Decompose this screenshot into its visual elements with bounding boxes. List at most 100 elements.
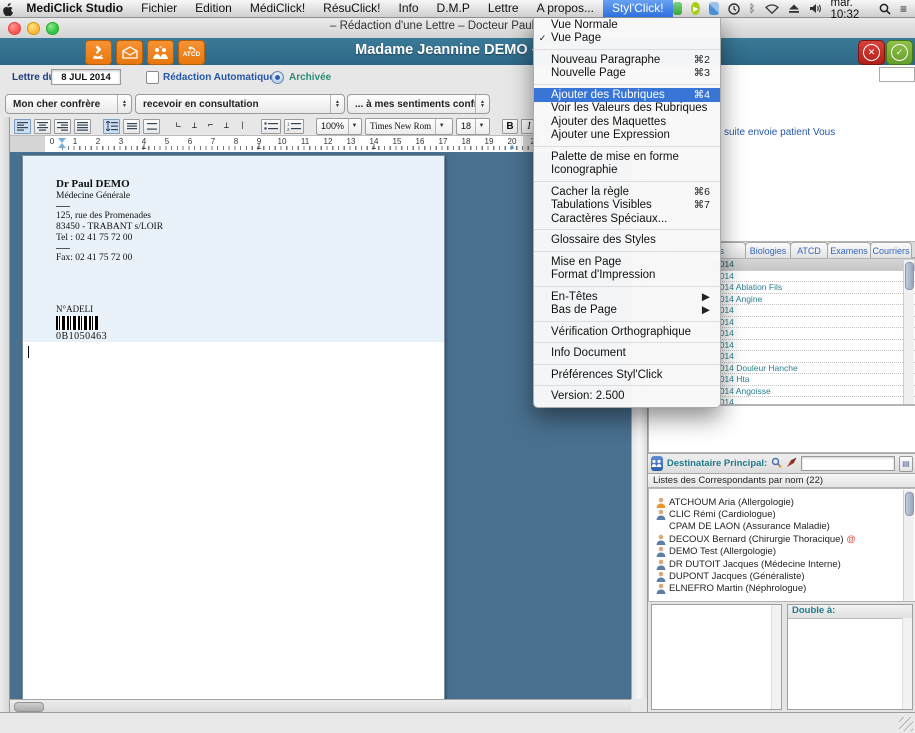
recipient-list-button[interactable]: ▤	[899, 456, 913, 472]
menu-item-info-document[interactable]: Info Document	[534, 347, 720, 361]
menu-item-cacher-la-r-gle[interactable]: Cacher la règle⌘6	[534, 185, 720, 199]
menubar-item-edition[interactable]: Edition	[186, 0, 241, 17]
destinataire-input[interactable]	[801, 456, 895, 471]
archivee-radio[interactable]	[271, 71, 284, 84]
tab-stop-marker-icon[interactable]: ⊥	[372, 142, 377, 151]
menu-item-pr-f-rences-styl-click[interactable]: Préférences Styl'Click	[534, 368, 720, 382]
correspondent-row[interactable]: CPAM DE LAON (Assurance Maladie)	[649, 521, 915, 533]
single-spacing-button[interactable]	[123, 119, 140, 134]
search-correspondent-icon[interactable]	[771, 455, 782, 473]
menu-item-v-rification-orthographique[interactable]: Vérification Orthographique	[534, 325, 720, 339]
menubar-item-info[interactable]: Info	[390, 0, 428, 17]
editor-horizontal-scrollbar[interactable]	[10, 699, 631, 712]
menu-item-palette-de-mise-en-forme[interactable]: Palette de mise en forme	[534, 150, 720, 164]
validate-letter-button[interactable]: ✓	[886, 40, 913, 65]
tab-stop-marker-icon[interactable]: ⊥	[257, 142, 262, 151]
tab-atcd[interactable]: ATCD	[790, 242, 828, 258]
menubar-item-m-diclick-[interactable]: MédiClick!	[241, 0, 314, 17]
spotlight-search-icon[interactable]	[879, 3, 891, 15]
greeting-dropdown[interactable]: Mon cher confrère▲▼	[5, 94, 132, 114]
tab-left-icon[interactable]: ∟	[172, 121, 185, 131]
cancel-letter-button[interactable]: ✕	[858, 40, 885, 65]
dart-icon[interactable]	[786, 455, 797, 473]
bold-button[interactable]: B	[502, 119, 518, 134]
menu-item-mise-en-page[interactable]: Mise en Page	[534, 255, 720, 269]
tab-right-icon[interactable]: ⌐	[204, 121, 217, 131]
align-left-button[interactable]	[14, 119, 31, 134]
menu-item-vue-page[interactable]: ✓Vue Page	[534, 32, 720, 46]
menubar-item-a-propos-[interactable]: A propos...	[528, 0, 603, 17]
line-spacing-button[interactable]	[103, 119, 120, 134]
redaction-automatique-checkbox[interactable]	[146, 71, 159, 84]
left-drawer-strip[interactable]	[0, 117, 10, 712]
menubar-item-fichier[interactable]: Fichier	[132, 0, 186, 17]
menubar-item-r-suclick-[interactable]: RésuClick!	[314, 0, 389, 17]
tab-examens[interactable]: Examens	[827, 242, 871, 258]
tab-decimal-icon[interactable]: ⊥	[220, 121, 233, 131]
correspondent-row[interactable]: ATCHOUM Aria (Allergologie)	[649, 496, 915, 508]
zoom-combo[interactable]: 100%▼	[316, 118, 362, 135]
history-scrollbar[interactable]	[903, 260, 914, 405]
align-right-button[interactable]	[54, 119, 71, 134]
right-indent-marker-icon[interactable]: ▲	[508, 142, 516, 151]
scrollbar-thumb[interactable]	[905, 262, 914, 290]
correspondent-row[interactable]: DECOUX Bernard (Chirurgie Thoracique)@	[649, 533, 915, 545]
tab-courriers[interactable]: Courriers	[870, 242, 912, 258]
letter-date-field[interactable]: 8 JUL 2014	[51, 69, 121, 85]
align-justify-button[interactable]	[74, 119, 91, 134]
history-detail-box[interactable]	[648, 405, 915, 453]
app-icon-green[interactable]	[673, 2, 682, 15]
eject-icon[interactable]	[788, 3, 800, 14]
correspondents-scrollbar[interactable]	[903, 490, 914, 602]
menu-item-glossaire-des-styles[interactable]: Glossaire des Styles	[534, 234, 720, 248]
correspondent-row[interactable]: ELNEFRO Martin (Néphrologue)	[649, 583, 915, 595]
letter-page[interactable]: Dr Paul DEMO Médecine Générale 125, rue …	[22, 155, 445, 699]
motif-dropdown[interactable]: recevoir en consultation▲▼	[135, 94, 345, 114]
menu-item-voir-les-valeurs-des-rubriques[interactable]: Voir les Valeurs des Rubriques	[534, 102, 720, 116]
numbered-list-button[interactable]	[261, 119, 281, 134]
indent-marker-icon[interactable]	[58, 138, 66, 148]
app-icon-play[interactable]: ▶	[691, 2, 700, 15]
double-spacing-button[interactable]	[143, 119, 160, 134]
mini-field[interactable]	[879, 67, 915, 82]
menu-item-ajouter-une-expression[interactable]: Ajouter une Expression	[534, 129, 720, 143]
correspondent-row[interactable]: CLIC Rémi (Cardiologue)	[649, 508, 915, 520]
menu-item-nouveau-paragraphe[interactable]: Nouveau Paragraphe⌘2	[534, 53, 720, 67]
window-close-button[interactable]	[8, 22, 21, 35]
window-minimize-button[interactable]	[27, 22, 40, 35]
tab-stop-marker-icon[interactable]: ⊥	[142, 142, 147, 151]
scrollbar-thumb[interactable]	[14, 702, 44, 712]
menu-item-bas-de-page[interactable]: Bas de Page▶	[534, 304, 720, 318]
font-combo[interactable]: Times New Rom▼	[365, 118, 453, 135]
wifi-icon[interactable]	[765, 3, 779, 14]
menu-item-version-2-500[interactable]: Version: 2.500	[534, 390, 720, 404]
menu-item-en-t-tes[interactable]: En-Têtes▶	[534, 290, 720, 304]
tab-biologies[interactable]: Biologies	[745, 242, 791, 258]
menubar-item-d-m-p[interactable]: D.M.P	[428, 0, 479, 17]
resize-grip[interactable]	[899, 717, 913, 731]
menu-item-ajouter-des-maquettes[interactable]: Ajouter des Maquettes	[534, 115, 720, 129]
menu-item-iconographie[interactable]: Iconographie	[534, 164, 720, 178]
copy-recipients-box[interactable]	[651, 604, 782, 710]
menu-item-caract-res-sp-ciaux-[interactable]: Caractères Spéciaux...	[534, 212, 720, 226]
apple-menu-icon[interactable]	[0, 1, 17, 15]
font-size-combo[interactable]: 18▼	[456, 118, 490, 135]
menu-item-nouvelle-page[interactable]: Nouvelle Page⌘3	[534, 67, 720, 81]
menu-item-format-d-impression[interactable]: Format d'Impression	[534, 269, 720, 283]
window-zoom-button[interactable]	[46, 22, 59, 35]
scrollbar-thumb[interactable]	[905, 492, 914, 516]
tab-center-icon[interactable]: ⊥	[188, 121, 201, 131]
menubar-item-styl-click-[interactable]: Styl'Click!	[603, 0, 673, 17]
recipients-icon[interactable]	[651, 456, 663, 471]
correspondents-list[interactable]: ATCHOUM Aria (Allergologie)CLIC Rémi (Ca…	[648, 488, 915, 602]
menubar-item-mediclick-studio[interactable]: MediClick Studio	[17, 0, 132, 17]
outline-list-button[interactable]: 12	[284, 119, 304, 134]
correspondent-row[interactable]: DUPONT Jacques (Généraliste)	[649, 570, 915, 582]
menu-item-tabulations-visibles[interactable]: Tabulations Visibles⌘7	[534, 199, 720, 213]
notification-center-icon[interactable]: ≡	[900, 2, 907, 16]
volume-icon[interactable]	[809, 3, 822, 14]
double-a-box[interactable]: Double à:	[787, 604, 913, 710]
tab-bar-icon[interactable]: ❘	[236, 121, 249, 131]
align-center-button[interactable]	[34, 119, 51, 134]
closing-dropdown[interactable]: ... à mes sentiments confrater...▲▼	[347, 94, 490, 114]
